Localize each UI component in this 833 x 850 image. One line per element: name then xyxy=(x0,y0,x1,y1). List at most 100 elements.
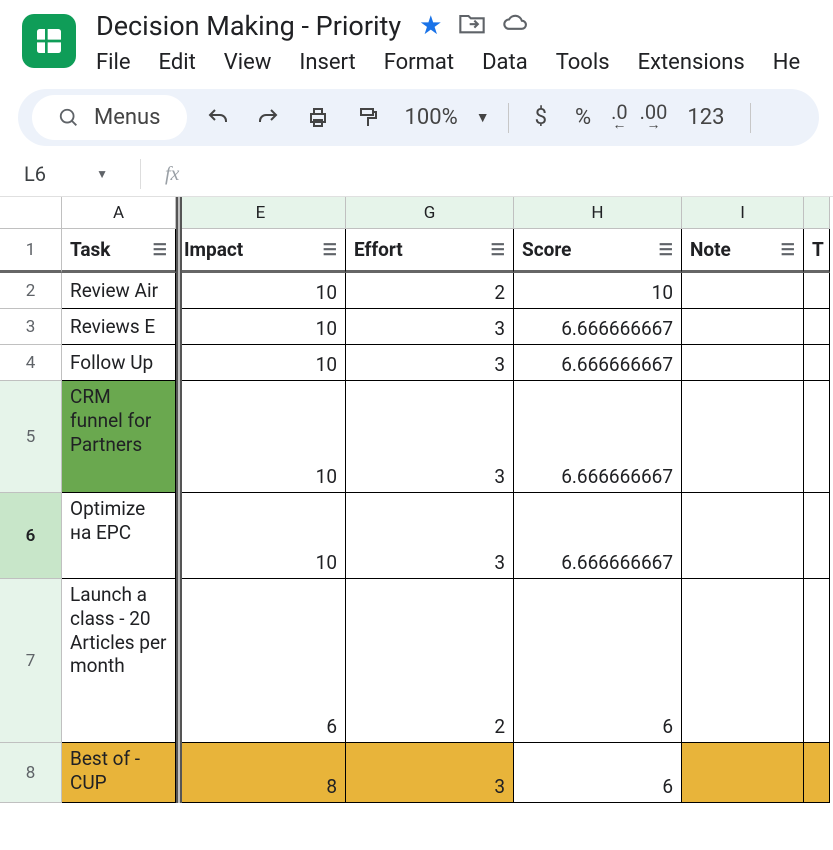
undo-button[interactable] xyxy=(199,99,237,137)
menu-extensions[interactable]: Extensions xyxy=(638,50,745,75)
zoom-dropdown-icon[interactable]: ▼ xyxy=(476,109,490,126)
cell-H2[interactable]: 10 xyxy=(514,273,682,309)
cell-G2[interactable]: 2 xyxy=(346,273,514,309)
cell-H8[interactable]: 6 xyxy=(514,743,682,803)
cell-G1[interactable]: Effort☰ xyxy=(346,229,514,273)
cell-H5[interactable]: 6.666666667 xyxy=(514,381,682,493)
cell-A8[interactable]: Best of - CUP xyxy=(62,743,176,803)
cell-J8[interactable] xyxy=(804,743,830,803)
cell-G6[interactable]: 3 xyxy=(346,493,514,579)
menu-edit[interactable]: Edit xyxy=(159,50,196,75)
cell-I6[interactable] xyxy=(682,493,804,579)
row-header[interactable]: 4 xyxy=(0,345,62,381)
spreadsheet-grid[interactable]: A E G H I 1 Task☰ Impact☰ Effort☰ Score☰… xyxy=(0,197,833,803)
filter-icon[interactable]: ☰ xyxy=(655,240,673,259)
cell-J6[interactable] xyxy=(804,493,830,579)
cell-G8[interactable]: 3 xyxy=(346,743,514,803)
increase-decimal-button[interactable]: .00→ xyxy=(640,99,668,137)
cell-A6[interactable]: Optimize на EPC xyxy=(62,493,176,579)
cell-A4[interactable]: Follow Up xyxy=(62,345,176,381)
cell-I7[interactable] xyxy=(682,579,804,743)
cell-H7[interactable]: 6 xyxy=(514,579,682,743)
number-format-123-button[interactable]: 123 xyxy=(679,105,732,130)
separator xyxy=(140,159,141,189)
cell-E7[interactable]: 6 xyxy=(176,579,346,743)
cell-A1[interactable]: Task☰ xyxy=(62,229,176,273)
cell-E6[interactable]: 10 xyxy=(176,493,346,579)
cell-H4[interactable]: 6.666666667 xyxy=(514,345,682,381)
column-header-H[interactable]: H xyxy=(514,197,682,229)
cell-A3[interactable]: Reviews E xyxy=(62,309,176,345)
cell-E1[interactable]: Impact☰ xyxy=(176,229,346,273)
cell-E2[interactable]: 10 xyxy=(176,273,346,309)
name-box[interactable]: L6 ▼ xyxy=(16,158,116,190)
column-header-I[interactable]: I xyxy=(682,197,804,229)
filter-icon[interactable]: ☰ xyxy=(487,240,505,259)
print-button[interactable] xyxy=(299,99,337,137)
menu-help[interactable]: He xyxy=(773,50,800,75)
redo-button[interactable] xyxy=(249,99,287,137)
row-header[interactable]: 2 xyxy=(0,273,62,309)
row-header[interactable]: 8 xyxy=(0,743,62,803)
cell-I4[interactable] xyxy=(682,345,804,381)
cell-J5[interactable] xyxy=(804,381,830,493)
cell-H3[interactable]: 6.666666667 xyxy=(514,309,682,345)
toolbar: Menus 100% ▼ $ % .0← .00→ 123 xyxy=(18,89,819,146)
cloud-status-icon[interactable] xyxy=(502,10,530,42)
cell-A2[interactable]: Review Air xyxy=(62,273,176,309)
paint-format-button[interactable] xyxy=(349,99,387,137)
row-header[interactable]: 3 xyxy=(0,309,62,345)
column-header-E[interactable]: E xyxy=(176,197,346,229)
column-header-J[interactable] xyxy=(804,197,830,229)
cell-E4[interactable]: 10 xyxy=(176,345,346,381)
cell-A7[interactable]: Launch a class - 20 Articles per month xyxy=(62,579,176,743)
menu-view[interactable]: View xyxy=(224,50,272,75)
column-headers: A E G H I xyxy=(0,197,833,229)
cell-J3[interactable] xyxy=(804,309,830,345)
filter-icon[interactable]: ☰ xyxy=(319,240,337,259)
cell-J4[interactable] xyxy=(804,345,830,381)
column-header-G[interactable]: G xyxy=(346,197,514,229)
column-header-A[interactable]: A xyxy=(62,197,176,229)
row-header[interactable]: 7 xyxy=(0,579,62,743)
cell-I3[interactable] xyxy=(682,309,804,345)
cell-J1[interactable]: T xyxy=(804,229,830,273)
menus-search[interactable]: Menus xyxy=(32,95,187,140)
cell-I8[interactable] xyxy=(682,743,804,803)
menu-file[interactable]: File xyxy=(96,50,131,75)
cell-G5[interactable]: 3 xyxy=(346,381,514,493)
menu-tools[interactable]: Tools xyxy=(556,50,610,75)
filter-icon[interactable]: ☰ xyxy=(149,240,167,259)
menu-format[interactable]: Format xyxy=(384,50,454,75)
menus-label: Menus xyxy=(94,105,161,130)
format-percent-button[interactable]: % xyxy=(567,105,599,130)
move-to-folder-icon[interactable] xyxy=(458,10,486,42)
cell-I1[interactable]: Note☰ xyxy=(682,229,804,273)
row-header[interactable]: 1 xyxy=(0,229,62,273)
cell-E5[interactable]: 10 xyxy=(176,381,346,493)
zoom-level[interactable]: 100% xyxy=(405,105,458,130)
format-currency-button[interactable]: $ xyxy=(527,105,555,130)
row-header[interactable]: 6 xyxy=(0,493,62,579)
doc-title[interactable]: Decision Making - Priority xyxy=(96,10,401,42)
sheets-logo[interactable] xyxy=(22,14,76,68)
row-header[interactable]: 5 xyxy=(0,381,62,493)
cell-E8[interactable]: 8 xyxy=(176,743,346,803)
cell-E3[interactable]: 10 xyxy=(176,309,346,345)
decrease-decimal-button[interactable]: .0← xyxy=(611,99,628,137)
cell-I2[interactable] xyxy=(682,273,804,309)
menu-insert[interactable]: Insert xyxy=(299,50,355,75)
cell-G4[interactable]: 3 xyxy=(346,345,514,381)
select-all-corner[interactable] xyxy=(0,197,62,229)
cell-G7[interactable]: 2 xyxy=(346,579,514,743)
menu-data[interactable]: Data xyxy=(482,50,528,75)
cell-I5[interactable] xyxy=(682,381,804,493)
star-icon[interactable]: ★ xyxy=(419,11,442,41)
filter-icon[interactable]: ☰ xyxy=(777,240,795,259)
cell-H1[interactable]: Score☰ xyxy=(514,229,682,273)
cell-G3[interactable]: 3 xyxy=(346,309,514,345)
cell-H6[interactable]: 6.666666667 xyxy=(514,493,682,579)
cell-J2[interactable] xyxy=(804,273,830,309)
cell-A5[interactable]: CRM funnel for Partners xyxy=(62,381,176,493)
cell-J7[interactable] xyxy=(804,579,830,743)
